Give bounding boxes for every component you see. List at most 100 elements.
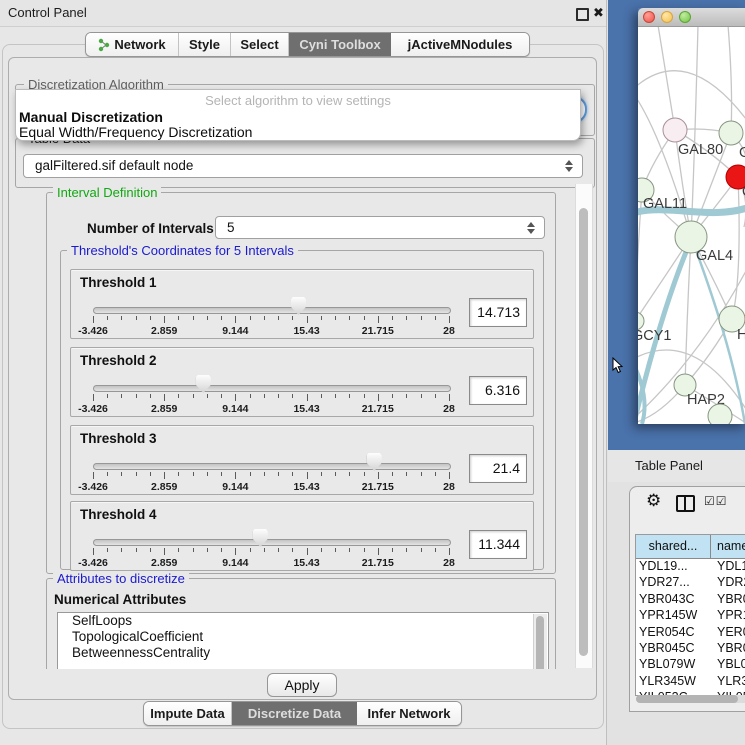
tab-style[interactable]: Style bbox=[179, 33, 231, 56]
tab-cyni-toolbox[interactable]: Cyni Toolbox bbox=[289, 33, 391, 56]
tick-mark bbox=[435, 394, 436, 398]
network-edge[interactable] bbox=[691, 27, 698, 237]
tick-mark bbox=[250, 472, 251, 476]
tab-infer-network[interactable]: Infer Network bbox=[357, 702, 461, 725]
interval-definition-title: Interval Definition bbox=[53, 185, 161, 200]
table-row[interactable]: YBR043CYBR043C bbox=[636, 592, 745, 608]
network-edge[interactable] bbox=[658, 27, 675, 130]
threshold-value-field[interactable]: 21.4 bbox=[469, 454, 527, 483]
tick-mark bbox=[364, 472, 365, 476]
close-icon[interactable]: ✖ bbox=[593, 4, 604, 22]
thresholds-group-title: Threshold's Coordinates for 5 Intervals bbox=[67, 243, 298, 258]
tick-mark bbox=[193, 548, 194, 552]
table-header-row[interactable]: shared... name bbox=[636, 535, 745, 559]
network-view-window[interactable]: GAL80GACGAL11GAL4GCY1HHAP2 bbox=[638, 8, 745, 424]
threshold-value-field[interactable]: 11.344 bbox=[469, 530, 527, 559]
apply-button[interactable]: Apply bbox=[267, 673, 337, 697]
slider-track[interactable] bbox=[93, 307, 451, 314]
zoom-traffic-light-icon[interactable] bbox=[679, 11, 691, 23]
float-window-icon[interactable] bbox=[576, 8, 589, 21]
threshold-value-field[interactable]: 6.316 bbox=[469, 376, 527, 405]
tick-mark bbox=[235, 548, 236, 555]
table-row[interactable]: YPR145WYPR145W bbox=[636, 608, 745, 624]
tick-mark bbox=[264, 316, 265, 320]
close-traffic-light-icon[interactable] bbox=[643, 11, 655, 23]
attributes-list-scrollbar[interactable] bbox=[533, 614, 547, 669]
minimize-traffic-light-icon[interactable] bbox=[661, 11, 673, 23]
tick-mark bbox=[364, 548, 365, 552]
attribute-item-topologicalcoefficient[interactable]: TopologicalCoefficient bbox=[58, 629, 548, 645]
scrollbar-thumb[interactable] bbox=[579, 208, 588, 656]
number-of-intervals-combobox[interactable]: 5 bbox=[215, 216, 545, 239]
network-node[interactable] bbox=[708, 404, 732, 424]
table-row[interactable]: YER054CYER054C bbox=[636, 625, 745, 641]
column-header-name[interactable]: name bbox=[711, 535, 745, 558]
scrollbar-thumb[interactable] bbox=[636, 695, 738, 703]
node-table[interactable]: shared... name YDL19...YDL19YDR27...YDR2… bbox=[635, 534, 745, 696]
numerical-attributes-list[interactable]: SelfLoopsTopologicalCoefficientBetweenne… bbox=[57, 612, 549, 669]
tick-label: -3.426 bbox=[78, 403, 108, 415]
column-layout-icon[interactable] bbox=[676, 495, 695, 512]
slider-track[interactable] bbox=[93, 385, 451, 392]
tab-label: Impute Data bbox=[150, 706, 224, 721]
cell-name: YDL19 bbox=[711, 559, 745, 575]
attribute-item-selfloops[interactable]: SelfLoops bbox=[58, 613, 548, 629]
algorithm-option-manual-discretization[interactable]: Manual Discretization bbox=[19, 109, 163, 125]
tab-label: Select bbox=[240, 37, 278, 52]
tab-network[interactable]: Network bbox=[86, 33, 179, 56]
tab-label: Infer Network bbox=[367, 706, 450, 721]
tick-mark bbox=[321, 316, 322, 320]
attribute-item-betweennesscentrality[interactable]: BetweennessCentrality bbox=[58, 645, 548, 661]
slider-track[interactable] bbox=[93, 463, 451, 470]
spinner-arrows-icon bbox=[527, 222, 535, 234]
network-node-ga[interactable] bbox=[719, 121, 743, 145]
tick-mark bbox=[321, 472, 322, 476]
threshold-panel-2: Threshold 2-3.4262.8599.14415.4321.71528… bbox=[70, 347, 534, 417]
tick-mark bbox=[178, 548, 179, 552]
settings-vertical-scrollbar[interactable] bbox=[575, 184, 593, 668]
settings-scroll-viewport: Interval Definition Number of Intervals … bbox=[11, 184, 596, 669]
tick-label: 28 bbox=[443, 325, 455, 337]
tick-mark bbox=[335, 548, 336, 552]
mouse-cursor bbox=[612, 357, 624, 374]
tick-mark bbox=[392, 472, 393, 476]
slider-track[interactable] bbox=[93, 539, 451, 546]
tick-mark bbox=[392, 316, 393, 320]
network-edge[interactable] bbox=[638, 93, 691, 237]
network-canvas[interactable]: GAL80GACGAL11GAL4GCY1HHAP2 bbox=[638, 27, 745, 424]
tick-mark bbox=[278, 472, 279, 476]
tick-mark bbox=[136, 316, 137, 320]
tick-mark bbox=[449, 548, 450, 555]
tab-label: Discretize Data bbox=[248, 706, 341, 721]
gear-icon[interactable]: ⚙ bbox=[646, 491, 661, 511]
tick-mark bbox=[307, 316, 308, 323]
table-row[interactable]: YLR345WYLR345W bbox=[636, 674, 745, 690]
threshold-panel-1: Threshold 1-3.4262.8599.14415.4321.71528… bbox=[70, 269, 534, 339]
network-edge[interactable] bbox=[728, 27, 732, 133]
table-row[interactable]: YDR27...YDR27 bbox=[636, 575, 745, 591]
table-data-combobox[interactable]: galFiltered.sif default node bbox=[23, 154, 583, 178]
spinner-arrows-icon bbox=[565, 160, 573, 172]
checkbox-icons[interactable]: ☑☑ bbox=[704, 494, 728, 508]
column-header-shared-name[interactable]: shared... bbox=[636, 535, 711, 558]
tab-select[interactable]: Select bbox=[231, 33, 289, 56]
tick-mark bbox=[221, 316, 222, 320]
table-row[interactable]: YDL19...YDL19 bbox=[636, 559, 745, 575]
tab-impute-data[interactable]: Impute Data bbox=[144, 702, 232, 725]
tick-mark bbox=[392, 394, 393, 398]
network-window-titlebar[interactable] bbox=[638, 8, 745, 27]
table-row[interactable]: YBR045CYBR045C bbox=[636, 641, 745, 657]
network-edge[interactable] bbox=[638, 71, 745, 119]
tab-discretize-data[interactable]: Discretize Data bbox=[232, 702, 357, 725]
algorithm-option-equal-width-frequency-discretization[interactable]: Equal Width/Frequency Discretization bbox=[19, 124, 252, 140]
tick-mark bbox=[164, 394, 165, 401]
table-horizontal-scrollbar[interactable] bbox=[636, 695, 745, 703]
tick-mark bbox=[278, 394, 279, 398]
table-row[interactable]: YBL079WYBL079W bbox=[636, 657, 745, 673]
network-node-gal80[interactable] bbox=[663, 118, 687, 142]
threshold-value-field[interactable]: 14.713 bbox=[469, 298, 527, 327]
tick-mark bbox=[421, 316, 422, 320]
tick-mark bbox=[93, 472, 94, 479]
tab-jactivemnodules[interactable]: jActiveMNodules bbox=[391, 33, 529, 56]
tick-label: 15.43 bbox=[293, 481, 319, 493]
